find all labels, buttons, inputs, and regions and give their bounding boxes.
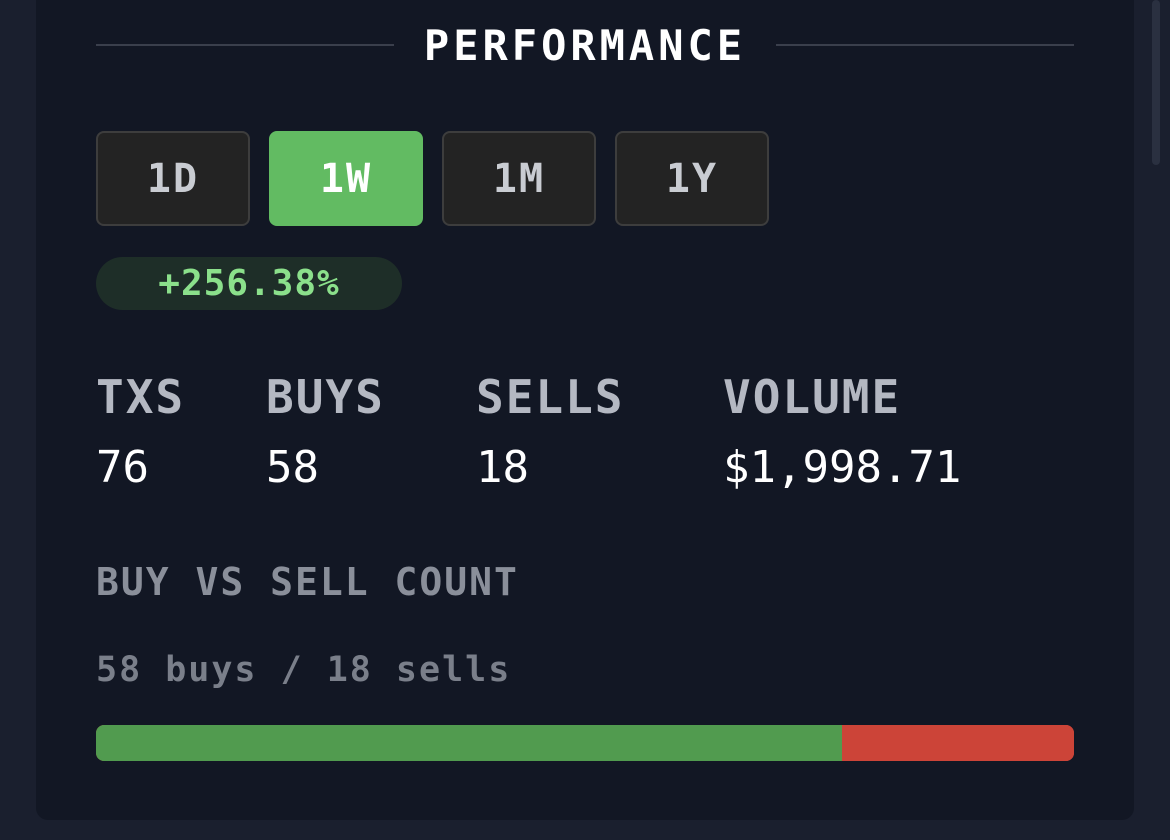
stat-txs: TXS 76	[96, 372, 185, 494]
stat-buys: BUYS 58	[266, 372, 385, 494]
tab-1m[interactable]: 1M	[442, 131, 596, 226]
scrollbar[interactable]	[1152, 0, 1160, 165]
tab-1d[interactable]: 1D	[96, 131, 250, 226]
header-divider-left	[96, 44, 394, 46]
stat-buys-label: BUYS	[266, 370, 385, 424]
stat-volume: VOLUME $1,998.71	[723, 372, 961, 494]
timeframe-tabs: 1D 1W 1M 1Y	[96, 131, 769, 226]
section-title: PERFORMANCE	[423, 20, 747, 70]
stat-sells-label: SELLS	[476, 370, 625, 424]
buy-sell-summary: 58 buys / 18 sells	[96, 650, 512, 690]
tab-1y[interactable]: 1Y	[615, 131, 769, 226]
stat-volume-value: $1,998.71	[723, 442, 962, 493]
buy-bar-segment	[96, 725, 843, 761]
stat-txs-label: TXS	[96, 370, 186, 424]
header-divider-right	[776, 44, 1074, 46]
stat-txs-value: 76	[96, 442, 149, 493]
stat-buys-value: 58	[266, 442, 319, 493]
sell-bar-segment	[842, 725, 1074, 761]
tab-1w[interactable]: 1W	[269, 131, 423, 226]
price-change-badge: +256.38%	[96, 257, 402, 310]
stat-volume-label: VOLUME	[723, 370, 902, 424]
stat-sells: SELLS 18	[476, 372, 624, 494]
buy-vs-sell-title: BUY VS SELL COUNT	[96, 560, 519, 604]
stat-sells-value: 18	[476, 442, 529, 493]
buy-sell-ratio-bar	[96, 725, 1074, 761]
performance-header: PERFORMANCE	[96, 20, 1074, 70]
